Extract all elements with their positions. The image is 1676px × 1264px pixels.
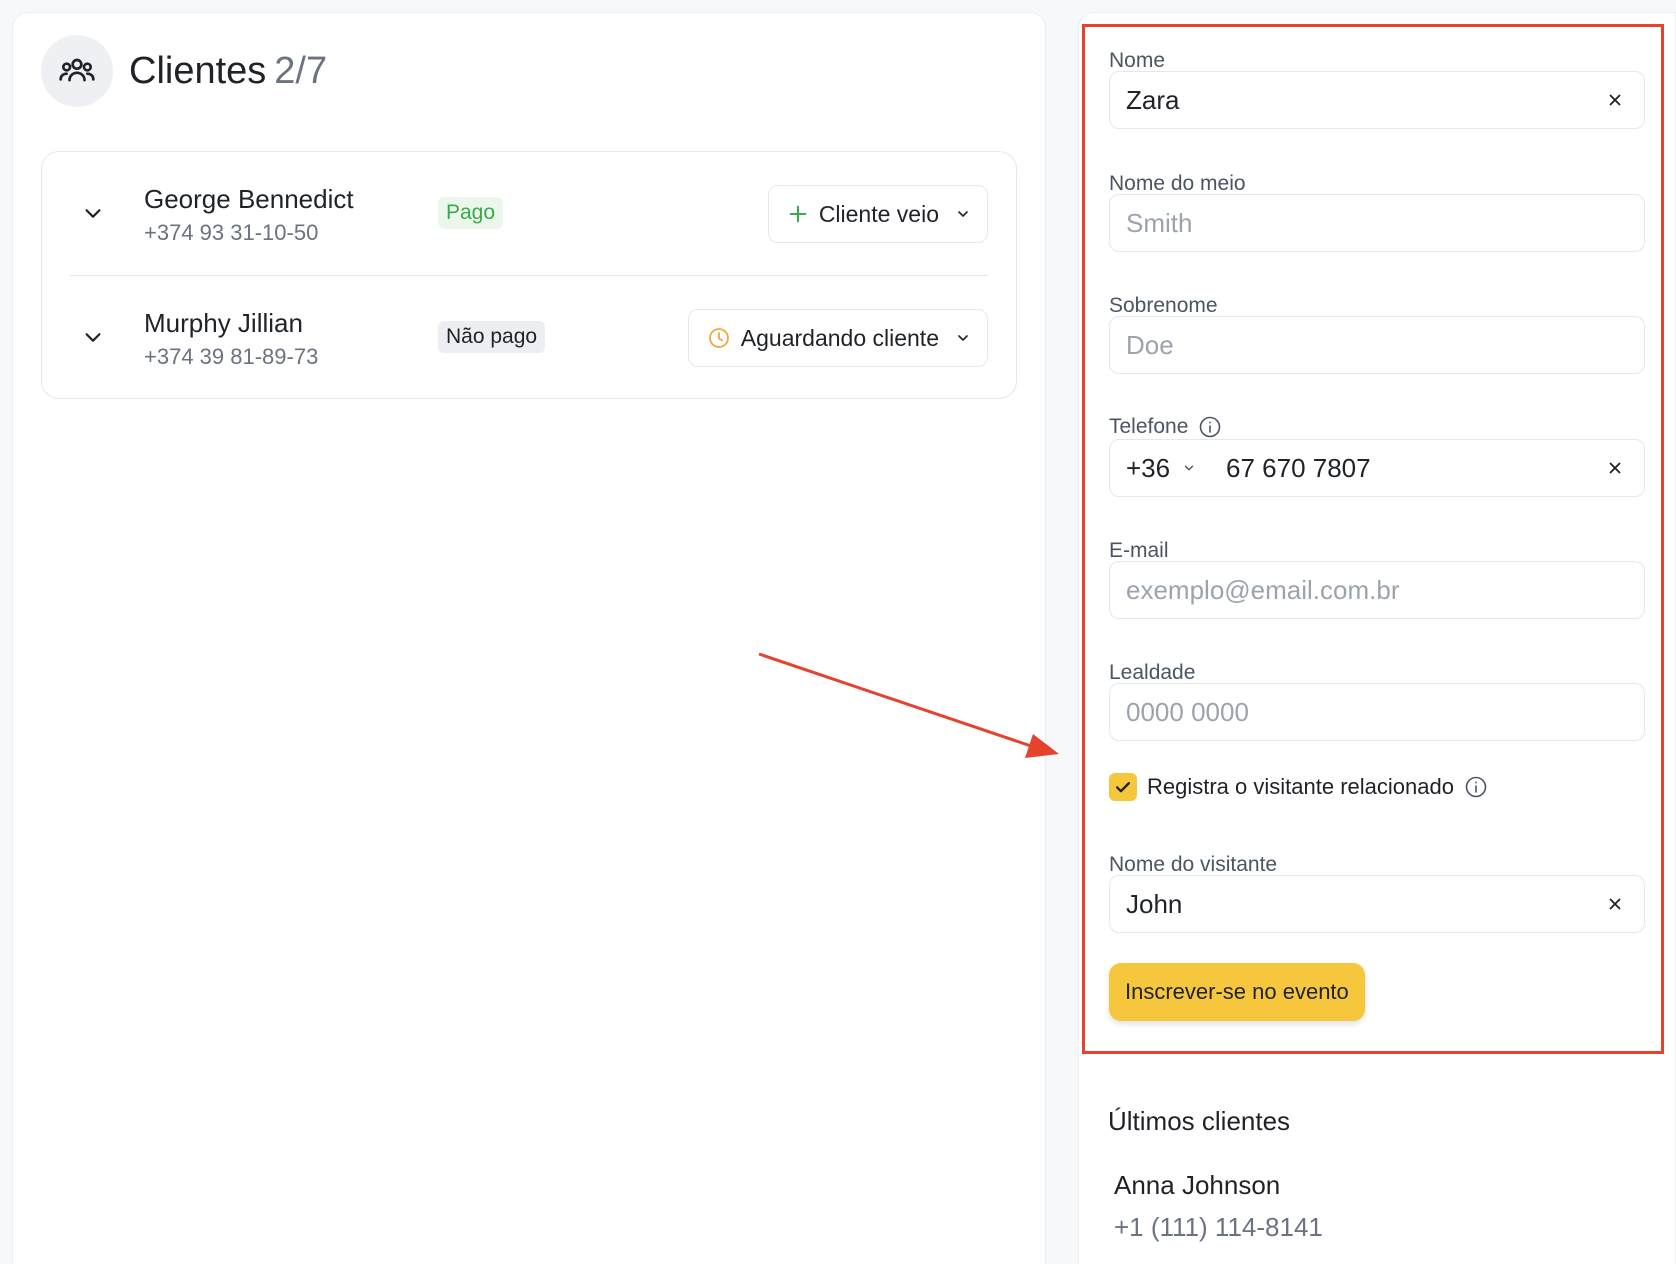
phone-field[interactable]: +36 (1109, 439, 1645, 497)
status-badge: Pago (438, 197, 504, 229)
status-dropdown-button[interactable]: Aguardando cliente (687, 309, 988, 367)
phone-label-text: Telefone (1109, 415, 1189, 438)
client-name: Murphy Jillian (144, 308, 303, 338)
visitor-name-field[interactable] (1109, 875, 1645, 933)
users-icon (41, 35, 113, 107)
last-name-field[interactable] (1109, 316, 1645, 374)
client-name: George Bennedict (144, 184, 354, 214)
last-name-label: Sobrenome (1109, 294, 1218, 317)
country-code: +36 (1126, 453, 1171, 483)
email-field[interactable] (1109, 561, 1645, 619)
clients-header: Clientes 2/7 (41, 35, 327, 107)
chevron-down-icon (958, 211, 968, 217)
close-icon[interactable] (1606, 895, 1624, 913)
client-phone: +374 39 81-89-73 (144, 344, 319, 369)
middle-name-input[interactable] (1126, 195, 1566, 251)
clients-panel: Clientes 2/7 George Bennedict +374 93 31… (12, 12, 1059, 1264)
recent-client-name[interactable]: Anna Johnson (1114, 1170, 1280, 1201)
client-row[interactable]: Murphy Jillian +374 39 81-89-73 Não pago… (42, 276, 1016, 400)
info-icon[interactable] (1198, 415, 1222, 439)
chevron-down-icon (1184, 465, 1194, 471)
chevron-down-icon (958, 335, 968, 341)
client-form: Nome Nome do meio Sobrenome Telefone +36… (1082, 24, 1664, 1054)
info-icon[interactable] (1464, 775, 1488, 799)
chevron-down-icon[interactable] (82, 326, 104, 348)
status-badge: Não pago (438, 321, 546, 353)
visitor-name-input[interactable] (1126, 876, 1566, 932)
first-name-input[interactable] (1126, 72, 1566, 128)
status-label: Cliente veio (818, 200, 939, 227)
status-dropdown-button[interactable]: Cliente veio (767, 185, 988, 243)
chevron-down-icon[interactable] (82, 202, 104, 224)
close-icon[interactable] (1606, 91, 1624, 109)
first-name-label: Nome (1109, 49, 1166, 72)
middle-name-field[interactable] (1109, 194, 1645, 252)
recent-clients-title: Últimos clientes (1108, 1106, 1291, 1136)
loyalty-input[interactable] (1126, 684, 1566, 740)
client-phone: +374 93 31-10-50 (144, 220, 319, 245)
first-name-field[interactable] (1109, 71, 1645, 129)
email-label: E-mail (1109, 539, 1169, 562)
related-visitor-checkbox[interactable] (1109, 773, 1137, 801)
email-input[interactable] (1126, 562, 1566, 618)
plus-icon (789, 205, 807, 223)
recent-client-phone: +1 (111) 114-8141 (1114, 1212, 1323, 1242)
red-arrow-annotation (758, 652, 1059, 758)
last-name-input[interactable] (1126, 317, 1566, 373)
client-row[interactable]: George Bennedict +374 93 31-10-50 Pago C… (42, 152, 1016, 276)
page-title: Clientes (129, 49, 267, 92)
check-icon (1116, 782, 1130, 793)
middle-name-label: Nome do meio (1109, 172, 1246, 195)
clients-list: George Bennedict +374 93 31-10-50 Pago C… (41, 151, 1017, 399)
register-event-button[interactable]: Inscrever-se no evento (1109, 963, 1365, 1021)
phone-input[interactable] (1226, 440, 1556, 496)
client-count: 2/7 (274, 49, 328, 92)
status-label: Aguardando cliente (740, 324, 939, 351)
related-visitor-label: Registra o visitante relacionado (1147, 774, 1454, 799)
close-icon[interactable] (1606, 459, 1624, 477)
related-visitor-row[interactable]: Registra o visitante relacionado (1109, 773, 1488, 801)
country-code-select[interactable]: +36 (1126, 440, 1196, 496)
phone-label: Telefone (1109, 415, 1222, 439)
loyalty-label: Lealdade (1109, 661, 1196, 684)
loyalty-field[interactable] (1109, 683, 1645, 741)
visitor-name-label: Nome do visitante (1109, 853, 1278, 876)
clock-icon (708, 328, 729, 348)
